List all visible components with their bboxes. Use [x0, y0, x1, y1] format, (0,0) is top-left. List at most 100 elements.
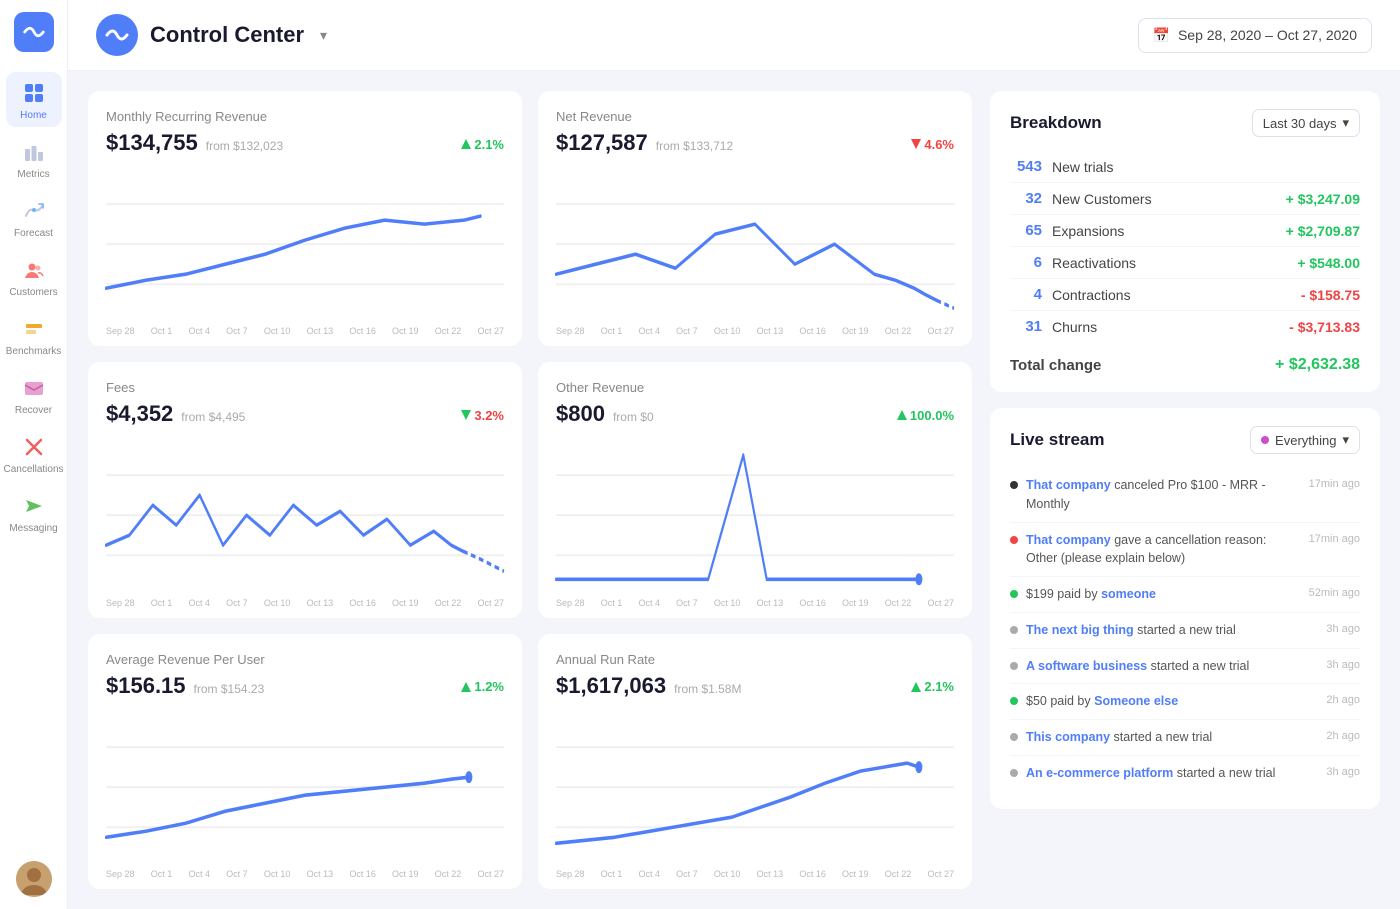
stream-link[interactable]: An e-commerce platform — [1026, 766, 1173, 780]
stream-text: That company gave a cancellation reason:… — [1026, 531, 1301, 569]
sidebar-item-recover[interactable]: Recover — [6, 367, 62, 422]
chart-x-labels-fees: Sep 28Oct 1Oct 4Oct 7Oct 10Oct 13Oct 16O… — [106, 598, 504, 608]
chevron-down-icon: ▾ — [1342, 432, 1349, 448]
breakdown-row: 31 Churns - $3,713.83 — [1010, 311, 1360, 342]
stream-link[interactable]: A software business — [1026, 659, 1147, 673]
chart-title-other-revenue: Other Revenue — [556, 380, 954, 395]
stream-text: $50 paid by Someone else — [1026, 692, 1318, 711]
sidebar-item-home[interactable]: Home — [6, 72, 62, 127]
sidebar-item-label: Metrics — [17, 169, 49, 180]
chart-badge-arpu: 1.2% — [461, 679, 504, 694]
calendar-icon: 📅 — [1153, 27, 1170, 44]
sidebar-item-label: Home — [20, 110, 47, 121]
chart-card-mrr: Monthly Recurring Revenue $134,755 from … — [88, 91, 522, 346]
chart-badge-arr: 2.1% — [911, 679, 954, 694]
stream-text: An e-commerce platform started a new tri… — [1026, 764, 1318, 783]
header-left: Control Center ▾ — [96, 14, 327, 56]
stream-text-plain: started a new trial — [1134, 623, 1236, 637]
everything-dot-icon — [1261, 436, 1269, 444]
stream-items-list: That company canceled Pro $100 - MRR - M… — [1010, 468, 1360, 791]
sidebar-item-label: Forecast — [14, 228, 53, 239]
chart-badge-other-revenue: 100.0% — [897, 408, 954, 423]
breakdown-row: 543 New trials — [1010, 151, 1360, 183]
chart-x-labels-other-revenue: Sep 28Oct 1Oct 4Oct 7Oct 10Oct 13Oct 16O… — [556, 598, 954, 608]
sidebar-item-metrics[interactable]: Metrics — [6, 131, 62, 186]
stream-text-plain: $50 paid by — [1026, 694, 1094, 708]
breakdown-label: New Customers — [1052, 191, 1286, 207]
stream-link[interactable]: Someone else — [1094, 694, 1178, 708]
breakdown-row: 4 Contractions - $158.75 — [1010, 279, 1360, 311]
breakdown-label: Churns — [1052, 319, 1289, 335]
chart-from-arr: from $1.58M — [674, 682, 741, 696]
livestream-title: Live stream — [1010, 430, 1105, 450]
livestream-filter-dropdown[interactable]: Everything ▾ — [1250, 426, 1360, 454]
app-logo[interactable] — [14, 12, 54, 52]
breakdown-label: Expansions — [1052, 223, 1286, 239]
cancellations-icon — [21, 434, 47, 460]
date-range-label: Sep 28, 2020 – Oct 27, 2020 — [1178, 27, 1357, 43]
chart-from-other-revenue: from $0 — [613, 410, 654, 424]
breakdown-total-row: Total change + $2,632.38 — [1010, 346, 1360, 374]
header-logo — [96, 14, 138, 56]
breakdown-value: + $3,247.09 — [1286, 191, 1360, 207]
chart-title-mrr: Monthly Recurring Revenue — [106, 109, 504, 124]
chart-badge-net-revenue: 4.6% — [911, 137, 954, 152]
user-avatar[interactable] — [16, 861, 52, 897]
dropdown-chevron-icon[interactable]: ▾ — [320, 27, 327, 44]
sidebar-item-customers[interactable]: Customers — [6, 249, 62, 304]
chart-x-labels-mrr: Sep 28Oct 1Oct 4Oct 7Oct 10Oct 13Oct 16O… — [106, 326, 504, 336]
stream-link[interactable]: someone — [1101, 587, 1156, 601]
chart-x-labels-arr: Sep 28Oct 1Oct 4Oct 7Oct 10Oct 13Oct 16O… — [556, 869, 954, 879]
list-item: An e-commerce platform started a new tri… — [1010, 756, 1360, 791]
chart-title-fees: Fees — [106, 380, 504, 395]
breakdown-value: - $158.75 — [1301, 287, 1360, 303]
home-icon — [21, 80, 47, 106]
messaging-icon — [21, 493, 47, 519]
chart-value-other-revenue: $800 — [556, 401, 605, 427]
stream-text-plain: started a new trial — [1110, 730, 1212, 744]
chart-x-labels-arpu: Sep 28Oct 1Oct 4Oct 7Oct 10Oct 13Oct 16O… — [106, 869, 504, 879]
sidebar-item-cancellations[interactable]: Cancellations — [6, 426, 62, 481]
breakdown-rows: 543 New trials 32 New Customers + $3,247… — [1010, 151, 1360, 342]
chart-card-other-revenue: Other Revenue $800 from $0 100.0% — [538, 362, 972, 617]
header: Control Center ▾ 📅 Sep 28, 2020 – Oct 27… — [68, 0, 1400, 71]
date-range-picker[interactable]: 📅 Sep 28, 2020 – Oct 27, 2020 — [1138, 18, 1372, 53]
sidebar-item-forecast[interactable]: Forecast — [6, 190, 62, 245]
right-panel: Breakdown Last 30 days ▾ 543 New trials … — [990, 91, 1380, 889]
recover-icon — [21, 375, 47, 401]
stream-text-plain: started a new trial — [1173, 766, 1275, 780]
chart-value-arpu: $156.15 — [106, 673, 186, 699]
stream-link[interactable]: That company — [1026, 533, 1111, 547]
breakdown-label: New trials — [1052, 159, 1360, 175]
breakdown-title: Breakdown — [1010, 113, 1102, 133]
stream-text-plain: $199 paid by — [1026, 587, 1101, 601]
breakdown-label: Contractions — [1052, 287, 1301, 303]
breakdown-period-label: Last 30 days — [1263, 116, 1337, 131]
stream-text: The next big thing started a new trial — [1026, 621, 1318, 640]
breakdown-period-dropdown[interactable]: Last 30 days ▾ — [1252, 109, 1360, 137]
sidebar-item-label: Benchmarks — [6, 346, 62, 357]
chart-card-arpu: Average Revenue Per User $156.15 from $1… — [88, 634, 522, 889]
forecast-icon — [21, 198, 47, 224]
stream-link[interactable]: That company — [1026, 478, 1111, 492]
stream-link[interactable]: The next big thing — [1026, 623, 1134, 637]
stream-link[interactable]: This company — [1026, 730, 1110, 744]
breakdown-card: Breakdown Last 30 days ▾ 543 New trials … — [990, 91, 1380, 392]
stream-time: 2h ago — [1326, 730, 1360, 742]
chart-value-arr: $1,617,063 — [556, 673, 666, 699]
stream-text: A software business started a new trial — [1026, 657, 1318, 676]
sidebar-item-benchmarks[interactable]: Benchmarks — [6, 308, 62, 363]
stream-time: 17min ago — [1309, 533, 1360, 545]
breakdown-total-label: Total change — [1010, 357, 1101, 374]
stream-text: That company canceled Pro $100 - MRR - M… — [1026, 476, 1301, 514]
chart-from-fees: from $4,495 — [181, 410, 245, 424]
breakdown-value: - $3,713.83 — [1289, 319, 1360, 335]
list-item: The next big thing started a new trial 3… — [1010, 613, 1360, 649]
breakdown-value: + $2,709.87 — [1286, 223, 1360, 239]
chart-card-arr: Annual Run Rate $1,617,063 from $1.58M 2… — [538, 634, 972, 889]
breakdown-total-value: + $2,632.38 — [1275, 356, 1360, 374]
breakdown-row: 65 Expansions + $2,709.87 — [1010, 215, 1360, 247]
stream-time: 2h ago — [1326, 694, 1360, 706]
sidebar-item-messaging[interactable]: Messaging — [6, 485, 62, 540]
stream-dot-icon — [1010, 590, 1018, 598]
